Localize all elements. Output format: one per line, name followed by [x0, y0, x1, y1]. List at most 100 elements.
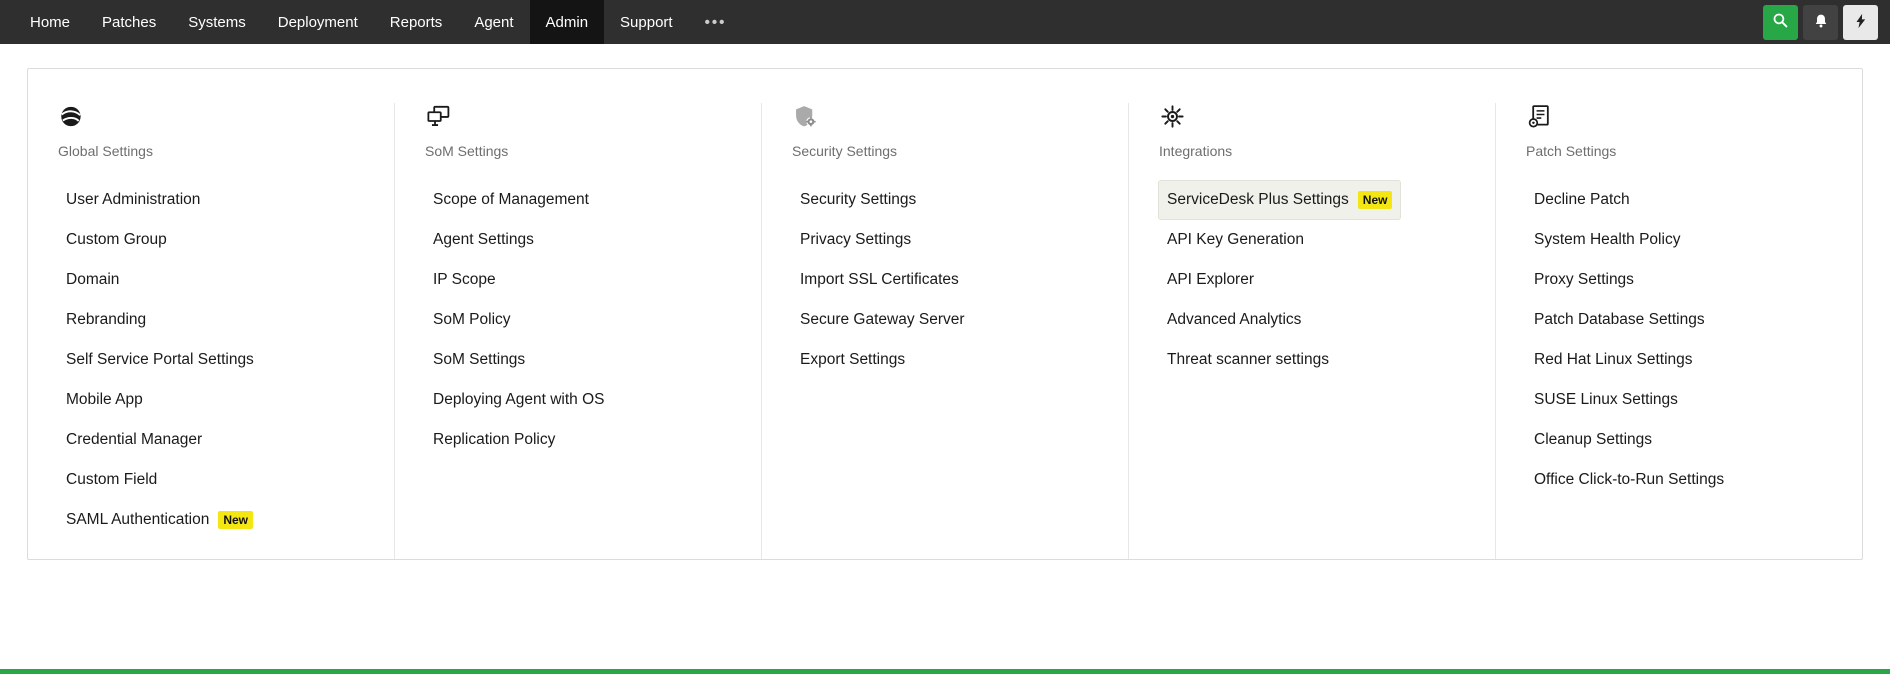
- menu-item-user-administration[interactable]: User Administration: [58, 181, 208, 219]
- gear-icon: [1159, 103, 1186, 131]
- menu-item-label: Advanced Analytics: [1167, 311, 1301, 329]
- menu-item-patch-database-settings[interactable]: Patch Database Settings: [1526, 301, 1713, 339]
- menu-item-label: SAML Authentication: [66, 511, 209, 529]
- menu-item-label: Export Settings: [800, 351, 905, 369]
- nav-item-reports[interactable]: Reports: [374, 0, 459, 44]
- menu-item-label: Replication Policy: [433, 431, 555, 449]
- globe-icon: [58, 103, 85, 131]
- menu-item-label: Office Click-to-Run Settings: [1534, 471, 1724, 489]
- menu-item-label: Scope of Management: [433, 191, 589, 209]
- search-icon: [1771, 11, 1790, 33]
- column-patch-settings: Patch Settings Decline Patch System Health…: [1496, 103, 1862, 559]
- patch-doc-icon: [1526, 103, 1553, 131]
- lightning-icon: [1852, 12, 1870, 33]
- nav-item-more[interactable]: •••: [689, 0, 743, 44]
- new-badge: New: [1358, 191, 1393, 209]
- menu-item-advanced-analytics[interactable]: Advanced Analytics: [1159, 301, 1309, 339]
- menu-item-label: Rebranding: [66, 311, 146, 329]
- menu-item-deploying-agent-with-os[interactable]: Deploying Agent with OS: [425, 381, 612, 419]
- bell-icon: [1812, 12, 1830, 33]
- menu-item-som-policy[interactable]: SoM Policy: [425, 301, 519, 339]
- menu-integrations: ServiceDesk Plus SettingsNew API Key Gene…: [1159, 181, 1465, 379]
- menu-item-som-settings[interactable]: SoM Settings: [425, 341, 533, 379]
- column-som-settings: SoM Settings Scope of Management Agent Set…: [395, 103, 762, 559]
- quick-actions-button[interactable]: [1843, 5, 1878, 40]
- menu-item-domain[interactable]: Domain: [58, 261, 127, 299]
- menu-item-import-ssl-certificates[interactable]: Import SSL Certificates: [792, 261, 967, 299]
- menu-item-label: Custom Field: [66, 471, 157, 489]
- nav-item-patches[interactable]: Patches: [86, 0, 172, 44]
- menu-patch-settings: Decline Patch System Health Policy Proxy S…: [1526, 181, 1832, 499]
- menu-item-servicedesk-plus-settings[interactable]: ServiceDesk Plus SettingsNew: [1159, 181, 1400, 219]
- menu-item-label: Proxy Settings: [1534, 271, 1634, 289]
- column-header-som-settings: SoM Settings: [425, 103, 731, 159]
- menu-item-api-key-generation[interactable]: API Key Generation: [1159, 221, 1312, 259]
- nav-item-admin[interactable]: Admin: [530, 0, 605, 44]
- menu-item-label: Red Hat Linux Settings: [1534, 351, 1693, 369]
- column-global-settings: Global SettingsUser AdministrationCustom…: [28, 103, 395, 559]
- menu-item-threat-scanner-settings[interactable]: Threat scanner settings: [1159, 341, 1337, 379]
- menu-item-label: Self Service Portal Settings: [66, 351, 254, 369]
- nav-item-home[interactable]: Home: [14, 0, 86, 44]
- menu-item-custom-group[interactable]: Custom Group: [58, 221, 175, 259]
- menu-item-decline-patch[interactable]: Decline Patch: [1526, 181, 1638, 219]
- menu-item-secure-gateway-server[interactable]: Secure Gateway Server: [792, 301, 973, 339]
- nav-item-agent[interactable]: Agent: [458, 0, 529, 44]
- menu-item-label: Security Settings: [800, 191, 916, 209]
- menu-item-self-service-portal-settings[interactable]: Self Service Portal Settings: [58, 341, 262, 379]
- menu-item-label: Threat scanner settings: [1167, 351, 1329, 369]
- admin-settings-card: Global SettingsUser AdministrationCustom…: [27, 68, 1863, 560]
- menu-item-label: Credential Manager: [66, 431, 202, 449]
- menu-item-cleanup-settings[interactable]: Cleanup Settings: [1526, 421, 1660, 459]
- menu-item-mobile-app[interactable]: Mobile App: [58, 381, 151, 419]
- menu-item-label: Mobile App: [66, 391, 143, 409]
- nav-items: HomePatchesSystemsDeploymentReportsAgent…: [14, 0, 742, 44]
- column-security-settings: Security SettingsSecurity Settings Privac…: [762, 103, 1129, 559]
- search-button[interactable]: [1763, 5, 1798, 40]
- menu-item-rebranding[interactable]: Rebranding: [58, 301, 154, 339]
- menu-item-saml-authentication[interactable]: SAML Authentication New: [58, 501, 261, 539]
- menu-item-red-hat-linux-settings[interactable]: Red Hat Linux Settings: [1526, 341, 1701, 379]
- menu-item-label: User Administration: [66, 191, 200, 209]
- menu-item-custom-field[interactable]: Custom Field: [58, 461, 165, 499]
- column-header-patch-settings: Patch Settings: [1526, 103, 1832, 159]
- nav-item-deployment[interactable]: Deployment: [262, 0, 374, 44]
- menu-item-label: Privacy Settings: [800, 231, 911, 249]
- column-title: Patch Settings: [1526, 143, 1832, 159]
- menu-item-office-click-to-run-settings[interactable]: Office Click-to-Run Settings: [1526, 461, 1732, 499]
- menu-item-suse-linux-settings[interactable]: SUSE Linux Settings: [1526, 381, 1686, 419]
- column-header-integrations: Integrations: [1159, 103, 1465, 159]
- menu-item-replication-policy[interactable]: Replication Policy: [425, 421, 563, 459]
- menu-item-scope-of-management[interactable]: Scope of Management: [425, 181, 597, 219]
- menu-item-label: Decline Patch: [1534, 191, 1630, 209]
- notifications-button[interactable]: [1803, 5, 1838, 40]
- bottom-accent-bar: [0, 669, 1890, 674]
- nav-item-systems[interactable]: Systems: [172, 0, 262, 44]
- menu-item-privacy-settings[interactable]: Privacy Settings: [792, 221, 919, 259]
- menu-item-system-health-policy[interactable]: System Health Policy: [1526, 221, 1688, 259]
- menu-item-credential-manager[interactable]: Credential Manager: [58, 421, 210, 459]
- menu-item-label: API Key Generation: [1167, 231, 1304, 249]
- column-title: SoM Settings: [425, 143, 731, 159]
- column-title: Integrations: [1159, 143, 1465, 159]
- menu-security-settings: Security Settings Privacy Settings Import …: [792, 181, 1098, 379]
- top-navbar: HomePatchesSystemsDeploymentReportsAgent…: [0, 0, 1890, 44]
- menu-item-label: Domain: [66, 271, 119, 289]
- menu-item-export-settings[interactable]: Export Settings: [792, 341, 913, 379]
- menu-item-security-settings[interactable]: Security Settings: [792, 181, 924, 219]
- new-badge: New: [218, 511, 253, 529]
- menu-item-ip-scope[interactable]: IP Scope: [425, 261, 504, 299]
- menu-item-label: System Health Policy: [1534, 231, 1680, 249]
- menu-item-agent-settings[interactable]: Agent Settings: [425, 221, 542, 259]
- nav-item-support[interactable]: Support: [604, 0, 689, 44]
- menu-item-label: SoM Policy: [433, 311, 511, 329]
- menu-item-label: Patch Database Settings: [1534, 311, 1705, 329]
- menu-item-label: Agent Settings: [433, 231, 534, 249]
- menu-item-label: Import SSL Certificates: [800, 271, 959, 289]
- column-integrations: Integrations ServiceDesk Plus SettingsNew…: [1129, 103, 1496, 559]
- menu-item-label: API Explorer: [1167, 271, 1254, 289]
- menu-item-api-explorer[interactable]: API Explorer: [1159, 261, 1262, 299]
- menu-item-label: SUSE Linux Settings: [1534, 391, 1678, 409]
- menu-item-proxy-settings[interactable]: Proxy Settings: [1526, 261, 1642, 299]
- shield-gear-icon: [792, 103, 819, 131]
